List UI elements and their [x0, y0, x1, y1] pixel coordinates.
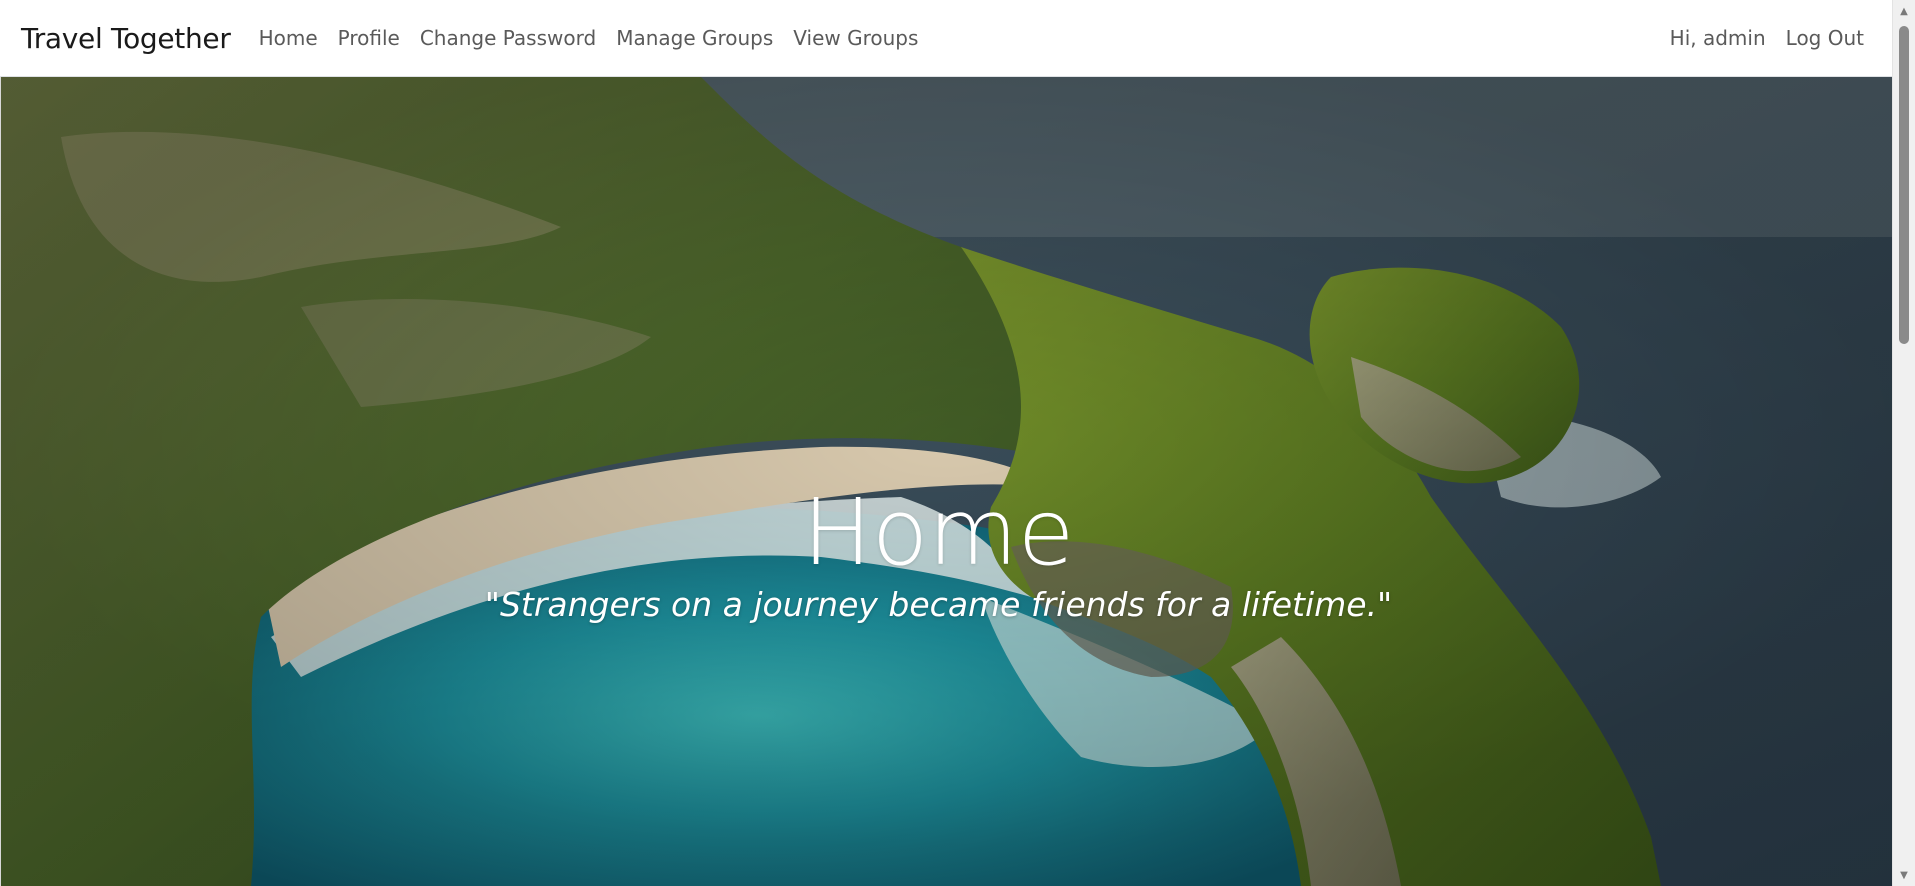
- nav-link-home[interactable]: Home: [249, 26, 328, 50]
- chevron-down-icon[interactable]: ▼: [1893, 864, 1915, 886]
- nav-link-profile[interactable]: Profile: [328, 26, 410, 50]
- hero-banner: Home "Strangers on a journey became frie…: [0, 77, 1892, 886]
- nav-link-manage-groups[interactable]: Manage Groups: [606, 26, 783, 50]
- top-navbar: Travel Together Home Profile Change Pass…: [0, 0, 1892, 77]
- logout-link[interactable]: Log Out: [1776, 26, 1874, 50]
- app-window: Travel Together Home Profile Change Pass…: [0, 0, 1915, 886]
- nav-link-change-password[interactable]: Change Password: [410, 26, 606, 50]
- nav-links: Home Profile Change Password Manage Grou…: [249, 26, 929, 50]
- scrollbar-thumb[interactable]: [1899, 26, 1909, 344]
- hero-title: Home: [802, 478, 1075, 586]
- chevron-up-icon[interactable]: ▲: [1893, 0, 1915, 22]
- hero-quote: "Strangers on a journey became friends f…: [484, 585, 1393, 624]
- page-scrollbar[interactable]: ▲ ▼: [1892, 0, 1915, 886]
- user-greeting-link[interactable]: Hi, admin: [1660, 26, 1776, 50]
- nav-user-area: Hi, admin Log Out: [1660, 26, 1874, 50]
- nav-link-view-groups[interactable]: View Groups: [783, 26, 928, 50]
- brand-link[interactable]: Travel Together: [21, 22, 231, 55]
